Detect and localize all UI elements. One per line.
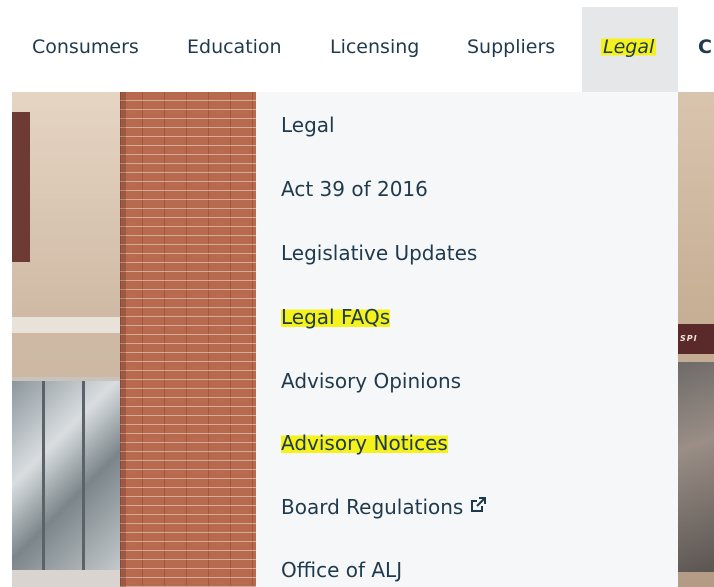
external-link-icon <box>469 495 487 519</box>
nav-item-consumers[interactable]: Consumers <box>32 36 139 58</box>
menu-item-act-39-of-2016[interactable]: Act 39 of 2016 <box>281 177 428 201</box>
hero-wall-trim <box>12 317 120 333</box>
legal-dropdown-menu: Legal Act 39 of 2016 Legislative Updates… <box>256 92 678 587</box>
menu-item-board-regulations[interactable]: Board Regulations <box>281 495 487 519</box>
menu-item-label: Office of ALJ <box>281 558 403 582</box>
hero-brick-edge <box>120 92 126 587</box>
menu-item-legal-faqs[interactable]: Legal FAQs <box>281 305 391 329</box>
hero-window-right <box>676 362 714 572</box>
nav-item-suppliers[interactable]: Suppliers <box>467 36 555 58</box>
menu-item-legislative-updates[interactable]: Legislative Updates <box>281 241 477 265</box>
menu-item-label: Advisory Notices <box>281 431 448 455</box>
hero-wall-accent <box>12 112 30 262</box>
hero-brick-column <box>120 92 264 587</box>
nav-item-next-partial[interactable]: C <box>698 36 712 58</box>
page: SPI Consumers Education Licensing Suppli… <box>0 0 714 587</box>
menu-item-advisory-notices[interactable]: Advisory Notices <box>281 431 448 455</box>
menu-item-label: Board Regulations <box>281 495 464 519</box>
menu-item-label: Legal <box>281 113 335 137</box>
menu-item-label: Act 39 of 2016 <box>281 177 428 201</box>
hero-window <box>12 377 120 571</box>
nav-item-legal[interactable]: Legal <box>582 7 678 92</box>
nav-item-education[interactable]: Education <box>187 36 282 58</box>
hero-store-sign-text: SPI <box>680 334 698 343</box>
nav-item-legal-label: Legal <box>601 36 657 58</box>
menu-item-legal[interactable]: Legal <box>281 113 335 137</box>
nav-item-licensing[interactable]: Licensing <box>330 36 419 58</box>
main-nav: Consumers Education Licensing Suppliers … <box>0 0 714 92</box>
menu-item-advisory-opinions[interactable]: Advisory Opinions <box>281 369 461 393</box>
hero-window-frame <box>42 381 45 571</box>
menu-item-label: Legislative Updates <box>281 241 478 265</box>
menu-item-office-of-alj[interactable]: Office of ALJ <box>281 558 402 582</box>
menu-item-label: Legal FAQs <box>281 305 391 329</box>
menu-item-label: Advisory Opinions <box>281 369 462 393</box>
hero-window-frame <box>82 381 85 571</box>
